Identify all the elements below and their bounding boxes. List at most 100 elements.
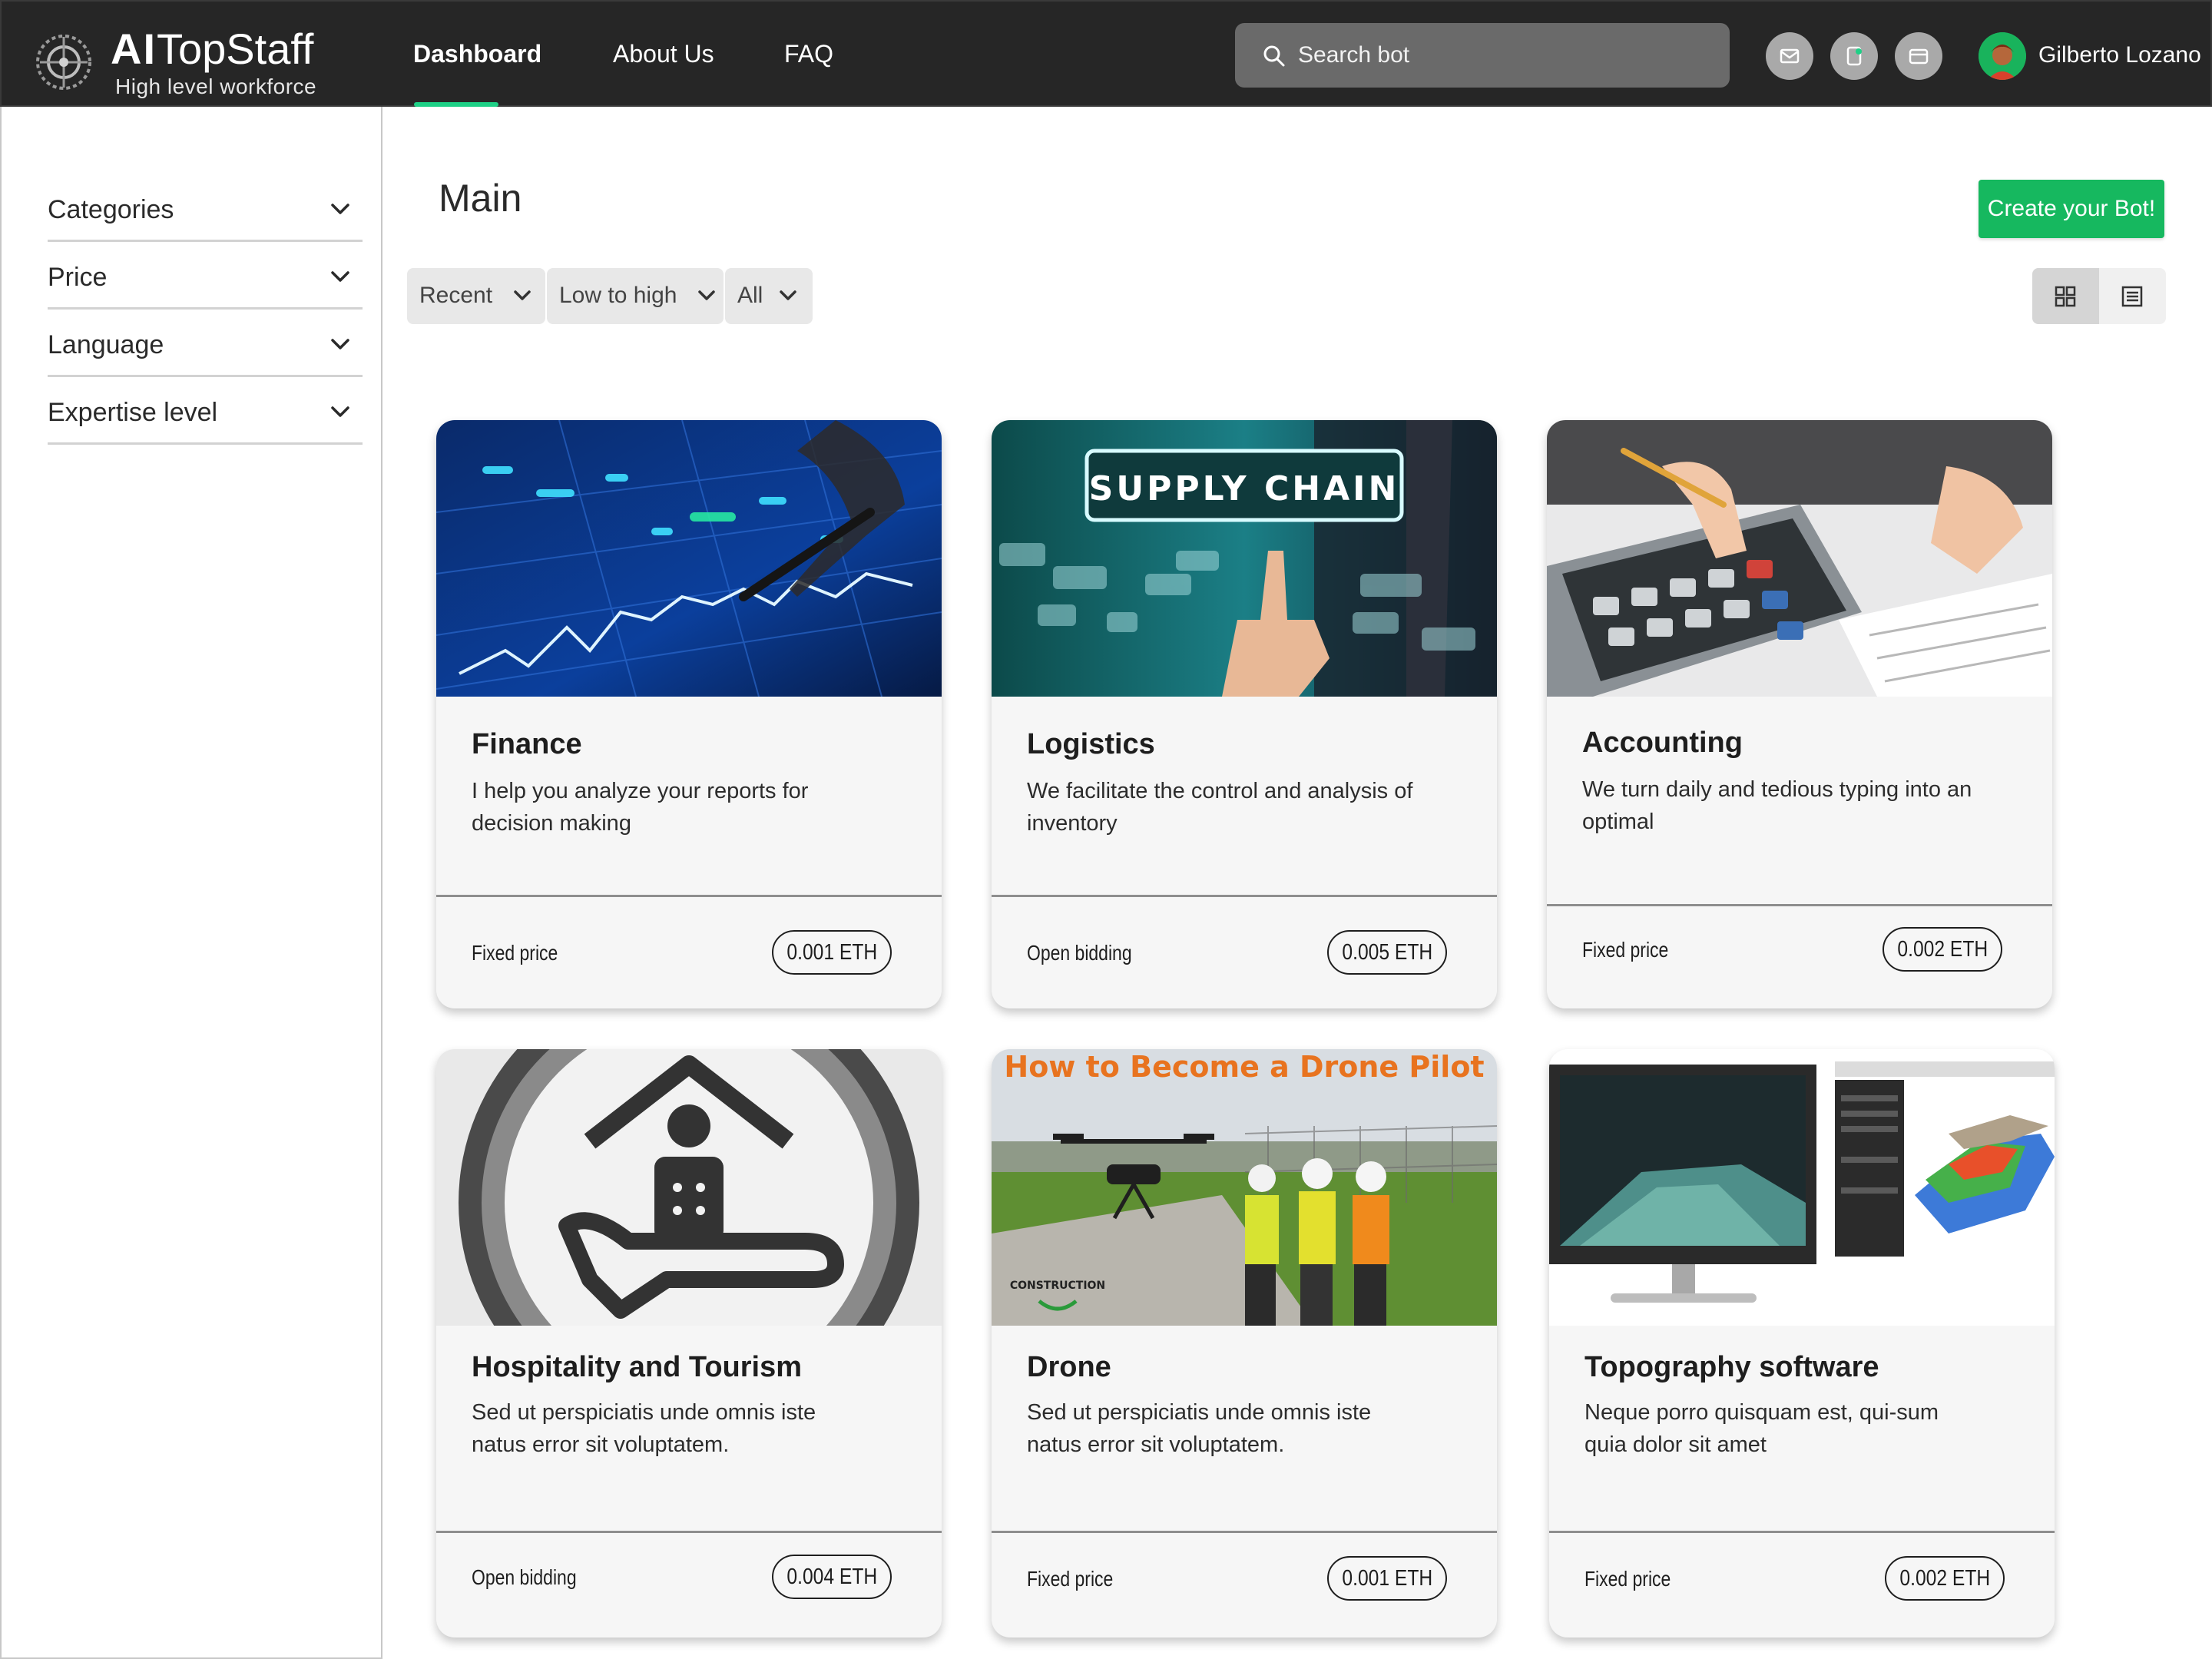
supply-chain-text: SUPPLY CHAIN: [1089, 469, 1400, 508]
sort-recency-dropdown[interactable]: Recent: [407, 268, 545, 324]
search-icon: [1263, 45, 1285, 67]
card-description: We turn daily and tedious typing into an…: [1582, 777, 1972, 834]
brand-name[interactable]: AITopStaff: [111, 25, 313, 74]
avatar-image: [1979, 32, 2026, 80]
user-name[interactable]: Gilberto Lozano: [2038, 40, 2201, 71]
price-type: Fixed price: [1582, 938, 1669, 962]
dropdown-value: Recent: [419, 283, 493, 308]
card-description: Sed ut perspiciatis unde omnis iste natu…: [1027, 1400, 1372, 1457]
chevron-down-icon: [331, 271, 349, 282]
price-type: Fixed price: [1027, 1567, 1114, 1591]
bot-card-topography[interactable]: Topography software Neque porro quisquam…: [1549, 1049, 2055, 1637]
price-value: 0.005 ETH: [1342, 940, 1432, 965]
mail-button[interactable]: [1766, 32, 1813, 80]
mobile-button[interactable]: [1830, 32, 1878, 80]
supply-chain-image: SUPPLY CHAIN: [992, 420, 1497, 697]
card-divider: [992, 1531, 1497, 1533]
drone-headline-text: How to Become a Drone Pilot: [1004, 1050, 1484, 1084]
filter-label: Price: [48, 263, 108, 292]
create-bot-button[interactable]: Create your Bot!: [1979, 180, 2164, 238]
price-type: Fixed price: [472, 941, 558, 965]
view-mode-toggle: [2032, 268, 2166, 324]
filter-sidebar: Categories Price Language Expertise leve…: [0, 107, 382, 1659]
price-badge[interactable]: 0.005 ETH: [1327, 930, 1447, 975]
nav-active-indicator: [414, 102, 498, 107]
price-badge[interactable]: 0.001 ETH: [772, 930, 892, 975]
user-avatar[interactable]: [1979, 32, 2026, 80]
card-title: Accounting: [1582, 727, 1743, 759]
top-bar: AITopStaff High level workforce Dashboar…: [0, 0, 2212, 107]
hospitality-icon-image: [436, 1049, 942, 1326]
price-type: Open bidding: [472, 1565, 577, 1589]
price-value: 0.001 ETH: [786, 940, 877, 965]
finance-chart-image: [436, 420, 942, 697]
card-description: We facilitate the control and analysis o…: [1027, 779, 1413, 836]
bot-card-logistics[interactable]: SUPPLY CHAIN Logistics We facilitate the…: [992, 420, 1497, 1008]
card-divider: [436, 895, 942, 897]
bot-card-hospitality[interactable]: Hospitality and Tourism Sed ut perspicia…: [436, 1049, 942, 1637]
card-description: Neque porro quisquam est, qui-sum quia d…: [1584, 1400, 1939, 1457]
filter-label: Categories: [48, 195, 174, 224]
price-badge[interactable]: 0.002 ETH: [1885, 1556, 2005, 1601]
chevron-down-icon: [331, 406, 349, 417]
filter-price[interactable]: Price: [48, 242, 363, 310]
search-bar[interactable]: Search bot: [1235, 23, 1730, 88]
bot-card-drone[interactable]: How to Become a Drone Pilot CONSTRUCTION…: [992, 1049, 1497, 1637]
filter-language[interactable]: Language: [48, 310, 363, 377]
dropdown-value: All: [737, 283, 763, 308]
price-type: Open bidding: [1027, 941, 1132, 965]
card-title: Finance: [472, 728, 582, 760]
card-title: Drone: [1027, 1351, 1111, 1383]
filter-expertise-level[interactable]: Expertise level: [48, 377, 363, 445]
card-description: Sed ut perspiciatis unde omnis iste natu…: [472, 1400, 816, 1457]
price-badge[interactable]: 0.002 ETH: [1883, 927, 2002, 972]
chevron-down-icon: [331, 204, 349, 214]
card-title: Hospitality and Tourism: [472, 1351, 803, 1383]
brain-circuit-logo-icon[interactable]: [32, 31, 95, 94]
grid-view-icon: [2055, 286, 2076, 307]
chevron-down-icon: [698, 290, 715, 300]
brand-rest: TopStaff: [157, 25, 314, 73]
price-value: 0.002 ETH: [1899, 1566, 1990, 1591]
search-input[interactable]: Search bot: [1298, 40, 1409, 71]
filter-categories[interactable]: Categories: [48, 174, 363, 242]
wallet-icon: [1909, 48, 1929, 65]
sort-scope-dropdown[interactable]: All: [725, 268, 813, 324]
filter-label: Language: [48, 330, 164, 359]
nav-faq[interactable]: FAQ: [784, 38, 833, 69]
card-divider: [1549, 1531, 2055, 1533]
card-divider: [436, 1531, 942, 1533]
price-type: Fixed price: [1584, 1567, 1671, 1591]
brand-tagline: High level workforce: [115, 75, 317, 98]
card-divider: [1547, 904, 2052, 906]
mobile-icon: [1846, 46, 1862, 66]
card-description: I help you analyze your reports for deci…: [472, 779, 809, 836]
price-value: 0.004 ETH: [786, 1565, 877, 1589]
card-title: Topography software: [1584, 1351, 1879, 1383]
calculator-image: [1547, 420, 2052, 697]
drone-image: How to Become a Drone Pilot CONSTRUCTION: [992, 1049, 1497, 1326]
wallet-button[interactable]: [1895, 32, 1942, 80]
bot-card-finance[interactable]: Finance I help you analyze your reports …: [436, 420, 942, 1008]
nav-dashboard[interactable]: Dashboard: [413, 38, 541, 69]
filter-label: Expertise level: [48, 398, 218, 427]
dropdown-value: Low to high: [559, 283, 677, 308]
price-value: 0.001 ETH: [1342, 1566, 1432, 1591]
price-value: 0.002 ETH: [1897, 937, 1988, 962]
brand-bold: AI: [111, 25, 157, 73]
card-title: Logistics: [1027, 728, 1155, 760]
bot-card-accounting[interactable]: Accounting We turn daily and tedious typ…: [1547, 420, 2052, 1008]
page-title: Main: [439, 177, 522, 220]
construction-logo-text: CONSTRUCTION: [1010, 1280, 1105, 1292]
sort-price-dropdown[interactable]: Low to high: [547, 268, 724, 324]
chevron-down-icon: [780, 290, 796, 300]
price-badge[interactable]: 0.001 ETH: [1327, 1556, 1447, 1601]
price-badge[interactable]: 0.004 ETH: [772, 1555, 892, 1599]
chevron-down-icon: [331, 339, 349, 349]
list-view-icon[interactable]: [2121, 285, 2144, 308]
grid-view-button[interactable]: [2032, 268, 2099, 324]
card-divider: [992, 895, 1497, 897]
nav-about-us[interactable]: About Us: [613, 38, 714, 69]
topography-monitor-image: [1549, 1049, 2055, 1326]
mail-icon: [1780, 48, 1800, 64]
